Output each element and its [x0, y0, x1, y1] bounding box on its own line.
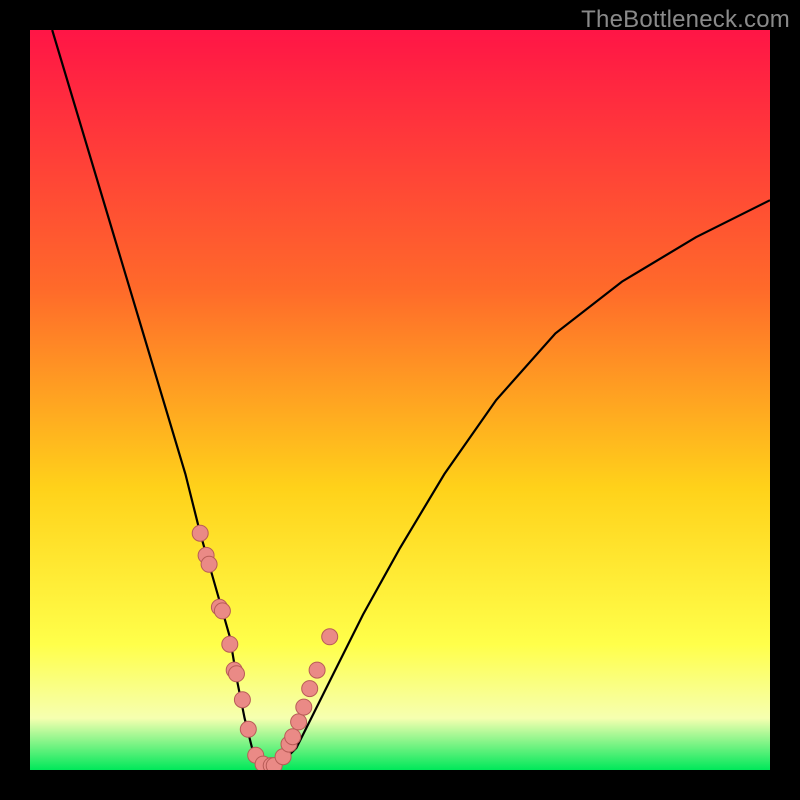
sample-dot: [201, 556, 217, 572]
sample-dot: [302, 681, 318, 697]
bottleneck-curve-chart: [30, 30, 770, 770]
sample-dot: [214, 603, 230, 619]
sample-dot: [285, 729, 301, 745]
sample-dot: [291, 714, 307, 730]
sample-dot: [322, 629, 338, 645]
watermark-text: TheBottleneck.com: [581, 6, 790, 34]
sample-dot: [234, 692, 250, 708]
chart-frame: [30, 30, 770, 770]
sample-dot: [222, 636, 238, 652]
sample-dot: [309, 662, 325, 678]
sample-dot: [192, 525, 208, 541]
sample-dot: [296, 699, 312, 715]
plot-background: [30, 30, 770, 770]
sample-dot: [240, 721, 256, 737]
sample-dot: [229, 666, 245, 682]
